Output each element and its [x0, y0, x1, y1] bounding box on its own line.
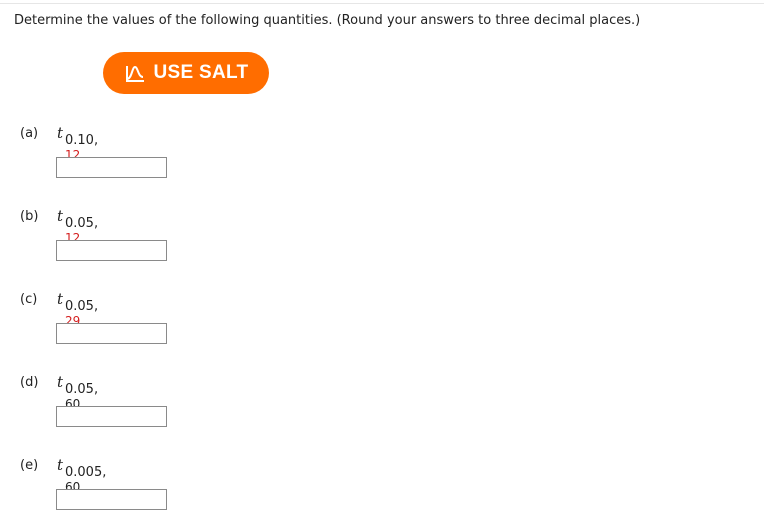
- part-a-alpha: 0.10: [65, 133, 94, 148]
- part-e-separator: ,: [102, 465, 107, 480]
- salt-curve-icon: [124, 62, 146, 84]
- part-b-t-symbol: t: [57, 207, 64, 225]
- top-divider: [0, 3, 764, 4]
- part-b-letter: (b): [20, 209, 39, 224]
- part-d-alpha: 0.05: [65, 382, 94, 397]
- part-a-t-symbol: t: [57, 124, 64, 142]
- part-e-letter: (e): [20, 458, 39, 473]
- part-a-answer-input[interactable]: [56, 157, 167, 178]
- part-b-alpha: 0.05: [65, 216, 94, 231]
- part-b-separator: ,: [93, 216, 99, 231]
- part-d-letter: (d): [20, 375, 39, 390]
- part-b-answer-input[interactable]: [56, 240, 167, 261]
- use-salt-label: USE SALT: [153, 62, 249, 83]
- part-d-answer-input[interactable]: [56, 406, 167, 427]
- question-prompt: Determine the values of the following qu…: [14, 13, 641, 28]
- part-e-t-symbol: t: [57, 456, 64, 474]
- part-d-t-symbol: t: [57, 373, 64, 391]
- part-c-separator: ,: [93, 299, 99, 314]
- part-c-answer-input[interactable]: [56, 323, 167, 344]
- part-d-separator: ,: [93, 382, 99, 397]
- part-a-letter: (a): [20, 126, 39, 141]
- part-c-t-symbol: t: [57, 290, 64, 308]
- part-e-answer-input[interactable]: [56, 489, 167, 510]
- part-a-separator: ,: [93, 133, 99, 148]
- part-c-letter: (c): [20, 292, 38, 307]
- part-c-alpha: 0.05: [65, 299, 94, 314]
- use-salt-button[interactable]: USE SALT: [103, 52, 269, 94]
- part-e-alpha: 0.005: [65, 465, 103, 480]
